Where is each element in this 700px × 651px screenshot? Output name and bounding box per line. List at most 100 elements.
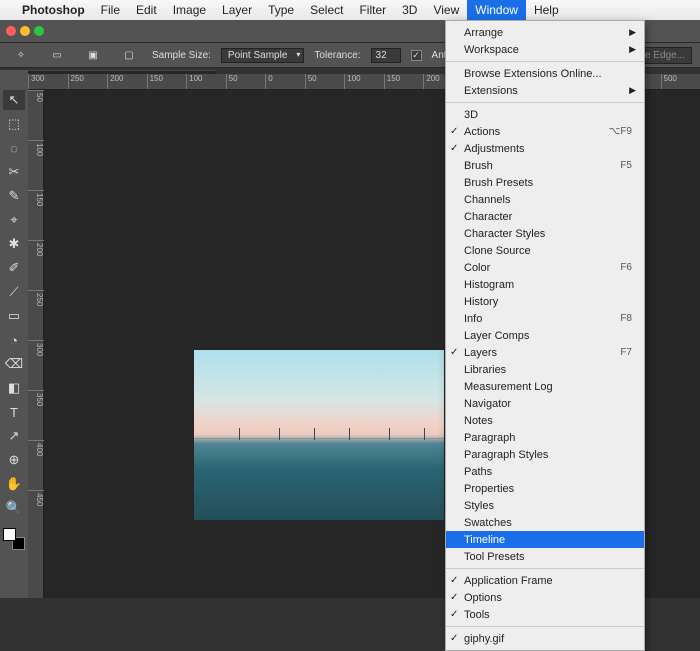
app-name[interactable]: Photoshop [14,3,93,17]
tools-panel: ↖ ⬚ ◌ ✂ ✎ ⌖ ✱ ✐ ⟋ ▭ ◔ ⌫ ◧ T ↗ ⊕ ✋ 🔍 [0,70,28,598]
menu-item-extensions[interactable]: Extensions▶ [446,82,644,99]
menu-item-label: Clone Source [464,245,531,257]
ruler-tick: 100 [344,74,384,90]
tool-button[interactable]: ✎ [3,186,25,206]
menu-item-clone-source[interactable]: Clone Source [446,242,644,259]
tool-button[interactable]: ◔ [3,330,25,350]
menu-item-label: Navigator [464,398,511,410]
tool-button[interactable]: ◧ [3,378,25,398]
menu-3d[interactable]: 3D [394,0,425,20]
menu-item-3d[interactable]: 3D [446,106,644,123]
menu-item-measurement-log[interactable]: Measurement Log [446,378,644,395]
menu-item-character-styles[interactable]: Character Styles [446,225,644,242]
shortcut-label: F8 [620,313,632,324]
menu-item-paths[interactable]: Paths [446,463,644,480]
menu-item-navigator[interactable]: Navigator [446,395,644,412]
selection-add-icon[interactable]: ▣ [80,44,106,66]
tool-button[interactable]: 🔍 [3,498,25,518]
menu-image[interactable]: Image [165,0,214,20]
tool-button[interactable]: ✋ [3,474,25,494]
ruler-tick: 100 [28,140,44,190]
sample-size-label: Sample Size: [152,50,211,61]
check-icon: ✓ [450,347,458,358]
menu-item-paragraph[interactable]: Paragraph [446,429,644,446]
menu-item-label: Adjustments [464,143,525,155]
menu-item-label: Paragraph [464,432,515,444]
tool-button[interactable]: ◌ [3,138,25,158]
tool-button[interactable]: ⬚ [3,114,25,134]
window-menu-dropdown: Arrange▶Workspace▶ Browse Extensions Onli… [445,20,645,651]
menu-item-swatches[interactable]: Swatches [446,514,644,531]
menu-item-workspace[interactable]: Workspace▶ [446,41,644,58]
sample-size-select[interactable]: Point Sample [221,48,304,63]
menu-item-label: Layers [464,347,497,359]
menu-item-styles[interactable]: Styles [446,497,644,514]
ruler-vertical[interactable]: 50100150200250300350400450 [28,90,44,598]
menu-item-label: giphy.gif [464,633,504,645]
menu-item-brush[interactable]: BrushF5 [446,157,644,174]
menu-item-browse-extensions-online-[interactable]: Browse Extensions Online... [446,65,644,82]
menu-item-info[interactable]: InfoF8 [446,310,644,327]
tool-button[interactable]: ↖ [3,90,25,110]
ruler-tick: 500 [661,74,700,90]
tool-button[interactable]: ▭ [3,306,25,326]
tool-button[interactable]: ⌖ [3,210,25,230]
ruler-tick: 350 [28,390,44,440]
menu-item-label: Arrange [464,27,503,39]
menu-item-tool-presets[interactable]: Tool Presets [446,548,644,565]
menu-item-histogram[interactable]: Histogram [446,276,644,293]
menu-file[interactable]: File [93,0,128,20]
selection-mode-icon[interactable]: ▭ [44,44,70,66]
menu-item-application-frame[interactable]: ✓Application Frame [446,572,644,589]
antialias-checkbox[interactable]: ✓ [411,50,422,61]
menu-select[interactable]: Select [302,0,351,20]
ruler-tick: 50 [28,90,44,140]
menu-item-label: Channels [464,194,510,206]
tool-button[interactable]: ↗ [3,426,25,446]
menu-item-color[interactable]: ColorF6 [446,259,644,276]
menu-item-character[interactable]: Character [446,208,644,225]
tool-button[interactable]: ⟋ [3,282,25,302]
menu-view[interactable]: View [425,0,467,20]
tolerance-input[interactable]: 32 [371,48,401,63]
minimize-icon[interactable] [20,26,30,36]
menu-item-properties[interactable]: Properties [446,480,644,497]
menu-item-paragraph-styles[interactable]: Paragraph Styles [446,446,644,463]
menu-window[interactable]: Window [467,0,526,20]
menu-item-layer-comps[interactable]: Layer Comps [446,327,644,344]
tool-button[interactable]: ⊕ [3,450,25,470]
menu-item-adjustments[interactable]: ✓ Adjustments [446,140,644,157]
color-swatch[interactable] [3,528,25,550]
magic-wand-icon[interactable]: ✧ [8,44,34,66]
menu-item-giphy-gif[interactable]: ✓giphy.gif [446,630,644,647]
check-icon: ✓ [450,143,458,154]
check-icon: ✓ [450,126,458,137]
menu-type[interactable]: Type [260,0,302,20]
ruler-tick: 400 [28,440,44,490]
tool-button[interactable]: ✱ [3,234,25,254]
tool-button[interactable]: T [3,402,25,422]
menu-item-history[interactable]: History [446,293,644,310]
menu-item-tools[interactable]: ✓Tools [446,606,644,623]
menu-item-channels[interactable]: Channels [446,191,644,208]
ruler-tick: 450 [28,490,44,540]
maximize-icon[interactable] [34,26,44,36]
selection-subtract-icon[interactable]: ▢ [116,44,142,66]
menu-item-actions[interactable]: ✓Actions⌥F9 [446,123,644,140]
tool-button[interactable]: ✂ [3,162,25,182]
menu-edit[interactable]: Edit [128,0,165,20]
menu-item-libraries[interactable]: Libraries [446,361,644,378]
menu-item-timeline[interactable]: Timeline [446,531,644,548]
menu-item-layers[interactable]: ✓LayersF7 [446,344,644,361]
menu-layer[interactable]: Layer [214,0,260,20]
menu-help[interactable]: Help [526,0,567,20]
canvas-image[interactable] [194,350,444,520]
ruler-tick: 0 [265,74,305,90]
menu-item-brush-presets[interactable]: Brush Presets [446,174,644,191]
menu-item-arrange[interactable]: Arrange▶ [446,24,644,41]
menu-filter[interactable]: Filter [351,0,394,20]
menu-item-notes[interactable]: Notes [446,412,644,429]
tool-button[interactable]: ⌫ [3,354,25,374]
close-icon[interactable] [6,26,16,36]
tool-button[interactable]: ✐ [3,258,25,278]
